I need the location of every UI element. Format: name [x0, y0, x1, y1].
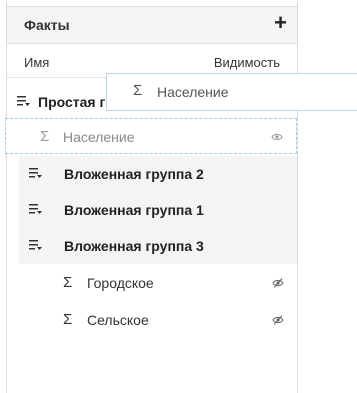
- group-icon: [29, 168, 42, 178]
- group-icon: [29, 240, 42, 250]
- add-button[interactable]: +: [274, 10, 287, 36]
- column-visibility-header: Видимость: [213, 55, 280, 70]
- tree-row-nested-group-3[interactable]: Вложенная группа 3: [19, 228, 297, 264]
- panel-header: Факты +: [7, 7, 297, 44]
- group-icon: [17, 96, 30, 106]
- tree-row-nested-group-1[interactable]: Вложенная группа 1: [19, 192, 297, 228]
- eye-icon[interactable]: [271, 131, 283, 143]
- tree-label: Сельское: [87, 312, 149, 328]
- tree-row-measure-urban[interactable]: Σ Городское: [7, 265, 297, 301]
- sigma-icon: Σ: [63, 311, 73, 328]
- tree-row-nested-group-2[interactable]: Вложенная группа 2: [19, 156, 297, 192]
- drop-placeholder-row[interactable]: Σ Население: [5, 118, 297, 154]
- tree-label: Вложенная группа 3: [64, 238, 204, 254]
- sigma-icon: Σ: [133, 82, 143, 99]
- tree-row-measure-rural[interactable]: Σ Сельское: [7, 302, 297, 338]
- tree-label: Простая г: [38, 94, 106, 110]
- eye-slash-icon[interactable]: [272, 314, 284, 326]
- tree-label: Население: [63, 129, 135, 145]
- group-icon: [29, 204, 42, 214]
- tree-label: Вложенная группа 2: [64, 166, 204, 182]
- drag-ghost-label: Население: [157, 84, 229, 100]
- eye-slash-icon[interactable]: [272, 277, 284, 289]
- facts-panel: Факты + Имя Видимость Простая г Вложенна…: [6, 0, 298, 393]
- drag-ghost: Σ Население: [106, 73, 357, 111]
- tree-label: Вложенная группа 1: [64, 202, 204, 218]
- tree-label: Городское: [87, 275, 154, 291]
- column-name-header: Имя: [24, 55, 50, 70]
- panel-title: Факты: [24, 17, 70, 33]
- sigma-icon: Σ: [40, 128, 50, 145]
- sigma-icon: Σ: [63, 274, 73, 291]
